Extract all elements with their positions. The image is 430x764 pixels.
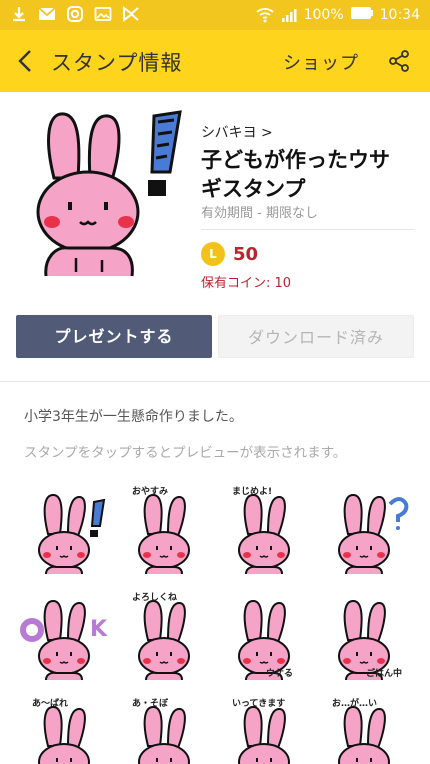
instagram-icon [66,5,84,23]
wifi-icon [256,6,274,24]
sticker-item[interactable]: お…が…い [318,692,414,764]
rabbit-sticker-icon [38,494,106,575]
downloaded-button[interactable]: ダウンロード済み [218,315,414,358]
battery-icon [350,6,374,24]
gallery-icon [94,5,112,23]
share-icon [389,50,409,72]
sticker-caption: あ・そぼ [132,699,169,709]
preview-hint: スタンプをタップするとプレビューが表示されます。 [24,445,347,461]
owned-coins: 保有コイン: 10 [201,276,292,291]
price: 50 [233,244,259,265]
sticker-item[interactable]: ウケる [218,586,314,682]
section-divider [0,381,430,382]
sticker-caption: ごはん中 [366,669,403,679]
package-description: 小学3年生が一生懸命作りました。 [24,409,243,425]
sticker-item[interactable]: あ・そぼ [118,692,214,764]
signal-icon [280,6,298,24]
sticker-caption: よろしくね [132,593,178,603]
app-bar: スタンプ情報 ショップ [0,30,430,92]
sticker-caption: お…が…い [332,699,378,709]
sticker-item[interactable]: まじめよ! [218,480,314,576]
back-arrow-icon [18,50,31,72]
package-title: 子どもが作ったウサギスタンプ [201,148,390,201]
sticker-item[interactable] [318,480,414,576]
sticker-item[interactable]: あ〜ばれ [18,692,114,764]
download-icon [10,5,28,23]
validity-text: 有効期間 - 期限なし [201,206,318,221]
share-button[interactable] [387,49,411,73]
sticker-caption: ウケる [266,669,294,679]
rabbit-sticker-icon: K [20,600,108,681]
svg-text:K: K [90,617,108,642]
sticker-item[interactable]: ごはん中 [318,586,414,682]
sticker-caption: おやすみ [132,487,169,497]
check-app-icon [122,5,140,23]
sticker-caption: まじめよ! [232,487,273,497]
divider [201,229,414,230]
sticker-item[interactable]: おやすみ [118,480,214,576]
sticker-item[interactable]: よろしくね [118,586,214,682]
shop-link[interactable]: ショップ [283,49,359,75]
status-bar: 100% 10:34 [0,0,430,30]
battery-percent: 100% [303,7,344,23]
sticker-caption: あ〜ばれ [32,699,69,709]
coin-icon: L [201,242,225,266]
sticker-item[interactable]: いってきます [218,692,314,764]
author-link[interactable]: シバキヨ > [201,122,273,142]
mail-icon [38,5,56,23]
sticker-caption: いってきます [232,699,286,709]
clock: 10:34 [379,7,420,23]
back-button[interactable] [14,48,38,74]
rabbit-sticker-icon [338,494,409,575]
page-title: スタンプ情報 [51,51,183,75]
main-sticker-image [28,108,188,278]
sticker-item[interactable] [18,480,114,576]
present-button[interactable]: プレゼントする [16,315,212,358]
sticker-item[interactable]: K [18,586,114,682]
